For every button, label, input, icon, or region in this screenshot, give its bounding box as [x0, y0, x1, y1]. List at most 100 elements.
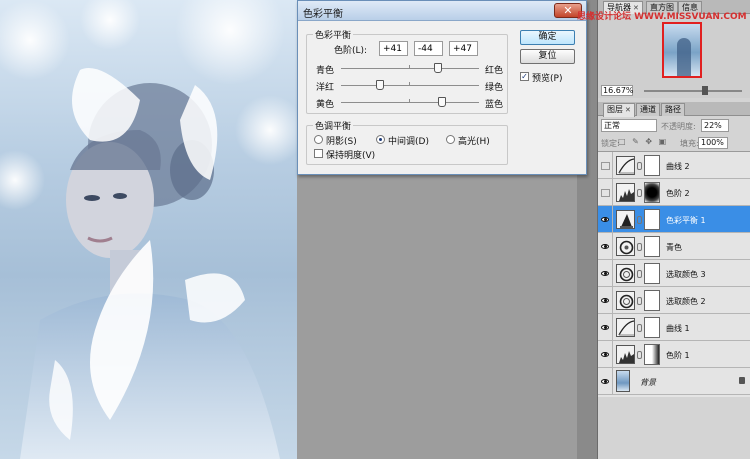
- layer-mask-thumbnail[interactable]: [644, 236, 660, 257]
- preserve-luminosity-checkbox[interactable]: [314, 149, 323, 158]
- tab-layers[interactable]: 图层 ✕: [603, 103, 635, 117]
- layer-name: 色阶 2: [666, 189, 690, 198]
- radio-midtones[interactable]: [376, 135, 385, 144]
- hue-icon[interactable]: [616, 237, 635, 256]
- layer-row-background[interactable]: 背景: [598, 368, 750, 395]
- layer-mask-thumbnail[interactable]: [644, 290, 660, 311]
- layer-mask-thumbnail[interactable]: [644, 182, 660, 203]
- eye-icon: [601, 217, 609, 222]
- layer-row[interactable]: 选取颜色 3: [598, 260, 750, 287]
- tone-balance-group: 色调平衡 阴影(S) 中间调(D) 高光(H) 保持明度(V): [306, 119, 508, 165]
- site-watermark: 思缘设计论坛 WWW.MISSVUAN.COM: [577, 12, 747, 22]
- eye-icon: [601, 298, 609, 303]
- curves-icon[interactable]: [616, 318, 635, 337]
- levels-icon[interactable]: [616, 345, 635, 364]
- link-icon[interactable]: [637, 270, 642, 278]
- radio-label-midtones: 中间调(D): [388, 137, 429, 147]
- dialog-title: 色彩平衡: [303, 9, 343, 20]
- layer-row[interactable]: 色阶 2: [598, 179, 750, 206]
- opacity-label: 不透明度:: [661, 122, 696, 131]
- layer-mask-thumbnail[interactable]: [644, 209, 660, 230]
- link-icon[interactable]: [637, 162, 642, 170]
- slider-label-green: 绿色: [485, 83, 504, 93]
- layer-name: 背景: [640, 378, 656, 387]
- layer-thumbnail: [616, 370, 630, 392]
- level-input-cyan-red[interactable]: [379, 41, 408, 56]
- visibility-toggle[interactable]: [598, 287, 613, 314]
- slider-label-cyan: 青色: [316, 66, 335, 76]
- selective-color-icon[interactable]: [616, 291, 635, 310]
- visibility-toggle[interactable]: [598, 152, 613, 179]
- layer-row[interactable]: 青色: [598, 233, 750, 260]
- radio-shadows[interactable]: [314, 135, 323, 144]
- navigator-preview-figure: [677, 38, 691, 76]
- radio-highlights[interactable]: [446, 135, 455, 144]
- close-icon[interactable]: ✕: [625, 106, 631, 114]
- canvas-photo[interactable]: [0, 0, 297, 459]
- layer-row[interactable]: 色阶 1: [598, 341, 750, 368]
- levels-icon[interactable]: [616, 183, 635, 202]
- layers-options-row: 正常 不透明度: 22%: [598, 117, 750, 134]
- visibility-toggle[interactable]: [598, 314, 613, 341]
- navigator-zoom-field[interactable]: 16.67%: [601, 85, 634, 96]
- dialog-titlebar[interactable]: 色彩平衡 ✕: [298, 1, 586, 21]
- curves-icon[interactable]: [616, 156, 635, 175]
- link-icon[interactable]: [637, 216, 642, 224]
- slider-track-yellow-blue[interactable]: [341, 102, 479, 103]
- layer-mask-thumbnail[interactable]: [644, 155, 660, 176]
- tab-paths[interactable]: 路径: [661, 103, 685, 116]
- eye-icon: [601, 244, 609, 249]
- canvas-background: [297, 175, 577, 459]
- eye-icon: [601, 379, 609, 384]
- preview-checkbox[interactable]: ✓: [520, 72, 529, 81]
- link-icon[interactable]: [637, 189, 642, 197]
- slider-thumb-cyan-red[interactable]: [434, 63, 443, 73]
- slider-thumb-magenta-green[interactable]: [375, 80, 384, 90]
- layer-row[interactable]: 曲线 1: [598, 314, 750, 341]
- tone-balance-group-title: 色调平衡: [313, 119, 354, 132]
- slider-thumb-yellow-blue[interactable]: [438, 97, 447, 107]
- level-input-magenta-green[interactable]: [414, 41, 443, 56]
- slider-center-tick: [409, 65, 410, 68]
- navigator-zoom-slider[interactable]: [644, 86, 742, 95]
- visibility-toggle[interactable]: [598, 260, 613, 287]
- blend-mode-select[interactable]: 正常: [601, 119, 657, 132]
- slider-center-tick: [409, 82, 410, 85]
- reset-button[interactable]: 复位: [520, 49, 575, 64]
- layer-name: 青色: [666, 243, 682, 252]
- eye-icon: [601, 271, 609, 276]
- hidden-eye-icon: [601, 162, 610, 170]
- preserve-luminosity-label: 保持明度(V): [326, 151, 376, 161]
- ok-button[interactable]: 确定: [520, 30, 575, 45]
- link-icon[interactable]: [637, 297, 642, 305]
- layer-name: 曲线 1: [666, 324, 690, 333]
- layer-row[interactable]: 曲线 2: [598, 152, 750, 179]
- link-icon[interactable]: [637, 243, 642, 251]
- fill-field[interactable]: 100%: [698, 137, 728, 149]
- tab-channels[interactable]: 通道: [636, 103, 660, 116]
- visibility-toggle[interactable]: [598, 233, 613, 260]
- lock-icon: [739, 377, 745, 384]
- level-input-yellow-blue[interactable]: [449, 41, 478, 56]
- zoom-slider-knob[interactable]: [702, 86, 708, 95]
- slider-label-yellow: 黄色: [316, 100, 335, 110]
- navigator-preview[interactable]: [662, 22, 702, 78]
- visibility-toggle[interactable]: [598, 206, 613, 233]
- layers-tabbar: 图层 ✕ 通道 路径: [598, 102, 750, 117]
- visibility-toggle[interactable]: [598, 341, 613, 368]
- selective-color-icon[interactable]: [616, 264, 635, 283]
- color-balance-icon[interactable]: [616, 210, 635, 229]
- slider-track-magenta-green[interactable]: [341, 85, 479, 86]
- slider-track-cyan-red[interactable]: [341, 68, 479, 69]
- layer-row[interactable]: 选取颜色 2: [598, 287, 750, 314]
- lock-options-icon[interactable]: □ ✎ ✥ ▣: [618, 137, 668, 146]
- layer-row[interactable]: 色彩平衡 1: [598, 206, 750, 233]
- layer-mask-thumbnail[interactable]: [644, 263, 660, 284]
- visibility-toggle[interactable]: [598, 368, 613, 395]
- opacity-field[interactable]: 22%: [701, 119, 729, 132]
- visibility-toggle[interactable]: [598, 179, 613, 206]
- layer-mask-thumbnail[interactable]: [644, 317, 660, 338]
- link-icon[interactable]: [637, 324, 642, 332]
- layer-mask-thumbnail[interactable]: [644, 344, 660, 365]
- link-icon[interactable]: [637, 351, 642, 359]
